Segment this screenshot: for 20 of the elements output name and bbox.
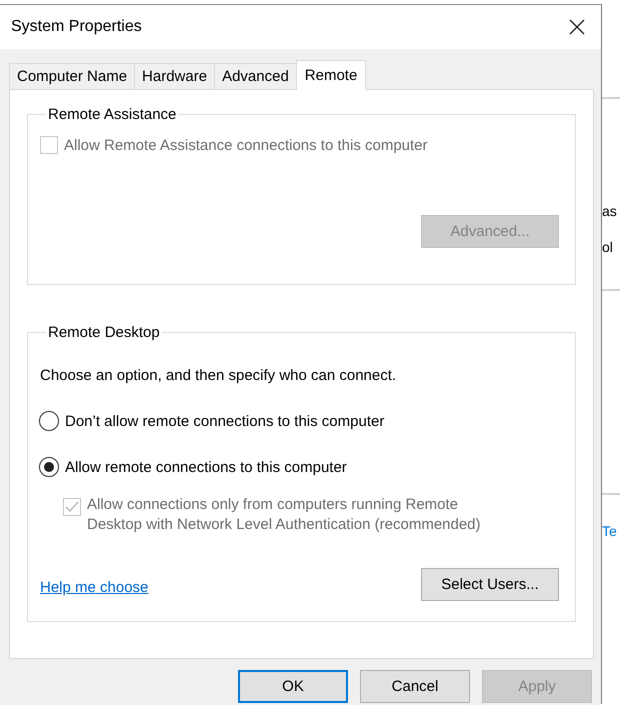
checkbox-label: Allow connections only from computers running Remote Desktop with Network Level Authentication (recommended)	[87, 495, 482, 535]
dialog-button[interactable]: OK	[238, 670, 348, 702]
group-title: Remote Assistance	[47, 106, 178, 123]
text-fragment: ol	[602, 238, 613, 257]
window-title: System Properties	[11, 18, 142, 36]
help-link[interactable]: Help me choose	[40, 579, 148, 596]
radio-label: Allow remote connections to this computer	[65, 458, 347, 476]
tab[interactable]: Computer Name	[9, 63, 136, 89]
text-fragment: as	[602, 202, 617, 221]
select-users-button[interactable]: Select Users...	[421, 568, 559, 601]
close-icon[interactable]	[569, 19, 585, 35]
radio-button[interactable]	[39, 457, 59, 477]
radio-button[interactable]	[39, 411, 59, 431]
dialog-button[interactable]: Cancel	[360, 670, 470, 702]
instruction-text: Choose an option, and then specify who can connect.	[40, 367, 398, 384]
group-title: Remote Desktop	[47, 324, 161, 341]
checkbox-label: Allow Remote Assistance connections to this computer	[64, 136, 428, 154]
link-text[interactable]: Te	[602, 521, 617, 541]
tab[interactable]: Remote	[296, 60, 366, 90]
radio-label: Don’t allow remote connections to this computer	[65, 412, 384, 430]
